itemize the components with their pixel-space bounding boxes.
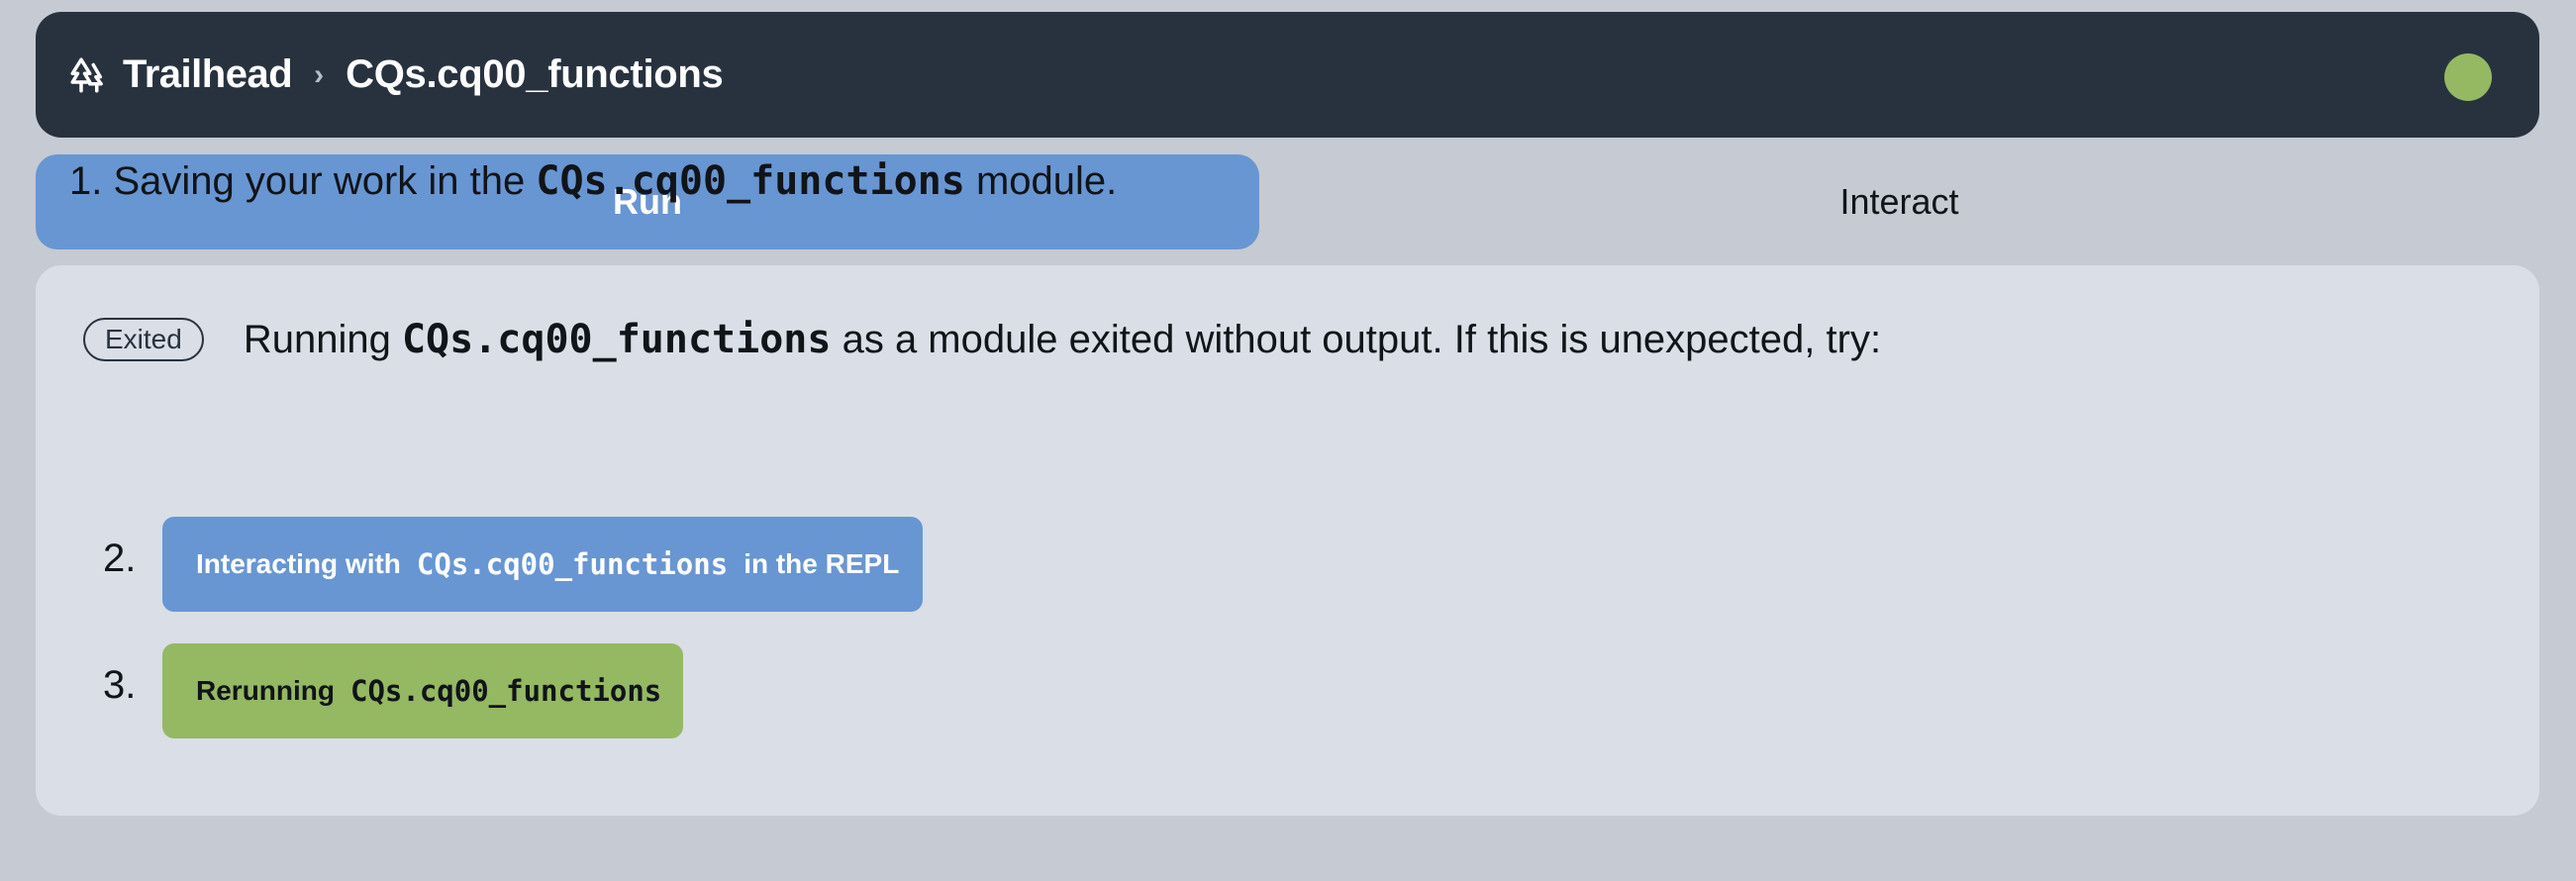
- rerun-button[interactable]: Rerunning CQs.cq00_functions: [162, 643, 683, 738]
- page-title: CQs.cq00_functions: [346, 52, 724, 96]
- brand-link[interactable]: Trailhead: [123, 52, 293, 97]
- interact-repl-button[interactable]: Interacting with CQs.cq00_functions in t…: [162, 517, 923, 612]
- module-name: CQs.cq00_functions: [416, 547, 729, 581]
- module-name: CQs.cq00_functions: [536, 158, 965, 204]
- chevron-right-icon: ›: [314, 57, 325, 91]
- tab-interact[interactable]: Interact: [1259, 154, 2539, 249]
- button-label: Interacting with: [196, 548, 401, 579]
- module-name: CQs.cq00_functions: [350, 674, 662, 708]
- button-label: Rerunning: [196, 675, 335, 706]
- message-suffix: as a module exited without output. If th…: [842, 317, 1882, 361]
- breadcrumb: Trailhead › CQs.cq00_functions: [67, 12, 724, 138]
- step-text: Saving your work in the: [113, 158, 526, 203]
- status-indicator: [2444, 53, 2492, 101]
- list-item: 1. Saving your work in the CQs.cq00_func…: [69, 158, 1117, 204]
- status-badge: Exited: [83, 318, 204, 361]
- step-text: module.: [975, 158, 1118, 203]
- trees-icon: [70, 57, 103, 92]
- app-header: Trailhead › CQs.cq00_functions: [36, 12, 2539, 138]
- step-number: 1.: [69, 158, 103, 203]
- module-name: CQs.cq00_functions: [401, 317, 832, 362]
- button-label: in the REPL: [743, 548, 900, 579]
- message-prefix: Running: [243, 317, 391, 361]
- step-number: 3.: [103, 663, 137, 707]
- status-message: Exited Running CQs.cq00_functions as a m…: [83, 317, 1881, 362]
- step-number: 2.: [103, 537, 137, 580]
